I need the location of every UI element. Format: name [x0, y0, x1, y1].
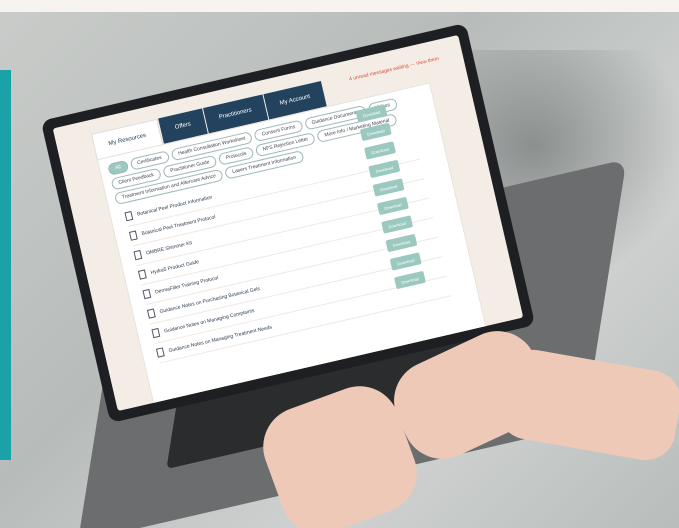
notice-text: 4 unread messages waiting — View them	[348, 55, 440, 83]
download-button: Download	[376, 196, 409, 216]
document-icon	[151, 327, 161, 339]
document-icon	[142, 288, 152, 300]
download-button: Download	[372, 178, 405, 197]
document-icon	[128, 230, 138, 241]
document-icon	[133, 249, 143, 261]
chip: All	[107, 159, 129, 176]
top-strip	[0, 0, 679, 12]
document-icon	[137, 269, 147, 280]
download-button: Download	[381, 215, 414, 234]
download-button: Download	[364, 141, 397, 160]
download-button: Download	[385, 233, 418, 253]
laptop-photo: My Resources Offers Practitioners My Acc…	[0, 0, 679, 528]
download-button: Download	[368, 159, 401, 179]
teal-accent-bar	[0, 70, 11, 460]
download-button: Download	[393, 270, 426, 290]
download-button: Download	[359, 122, 392, 142]
document-icon	[146, 308, 156, 319]
download-button: Download	[389, 252, 422, 271]
document-icon	[124, 210, 134, 222]
list-item-label: OMBRE Shimmer Kit	[145, 239, 193, 257]
document-icon	[155, 347, 165, 358]
